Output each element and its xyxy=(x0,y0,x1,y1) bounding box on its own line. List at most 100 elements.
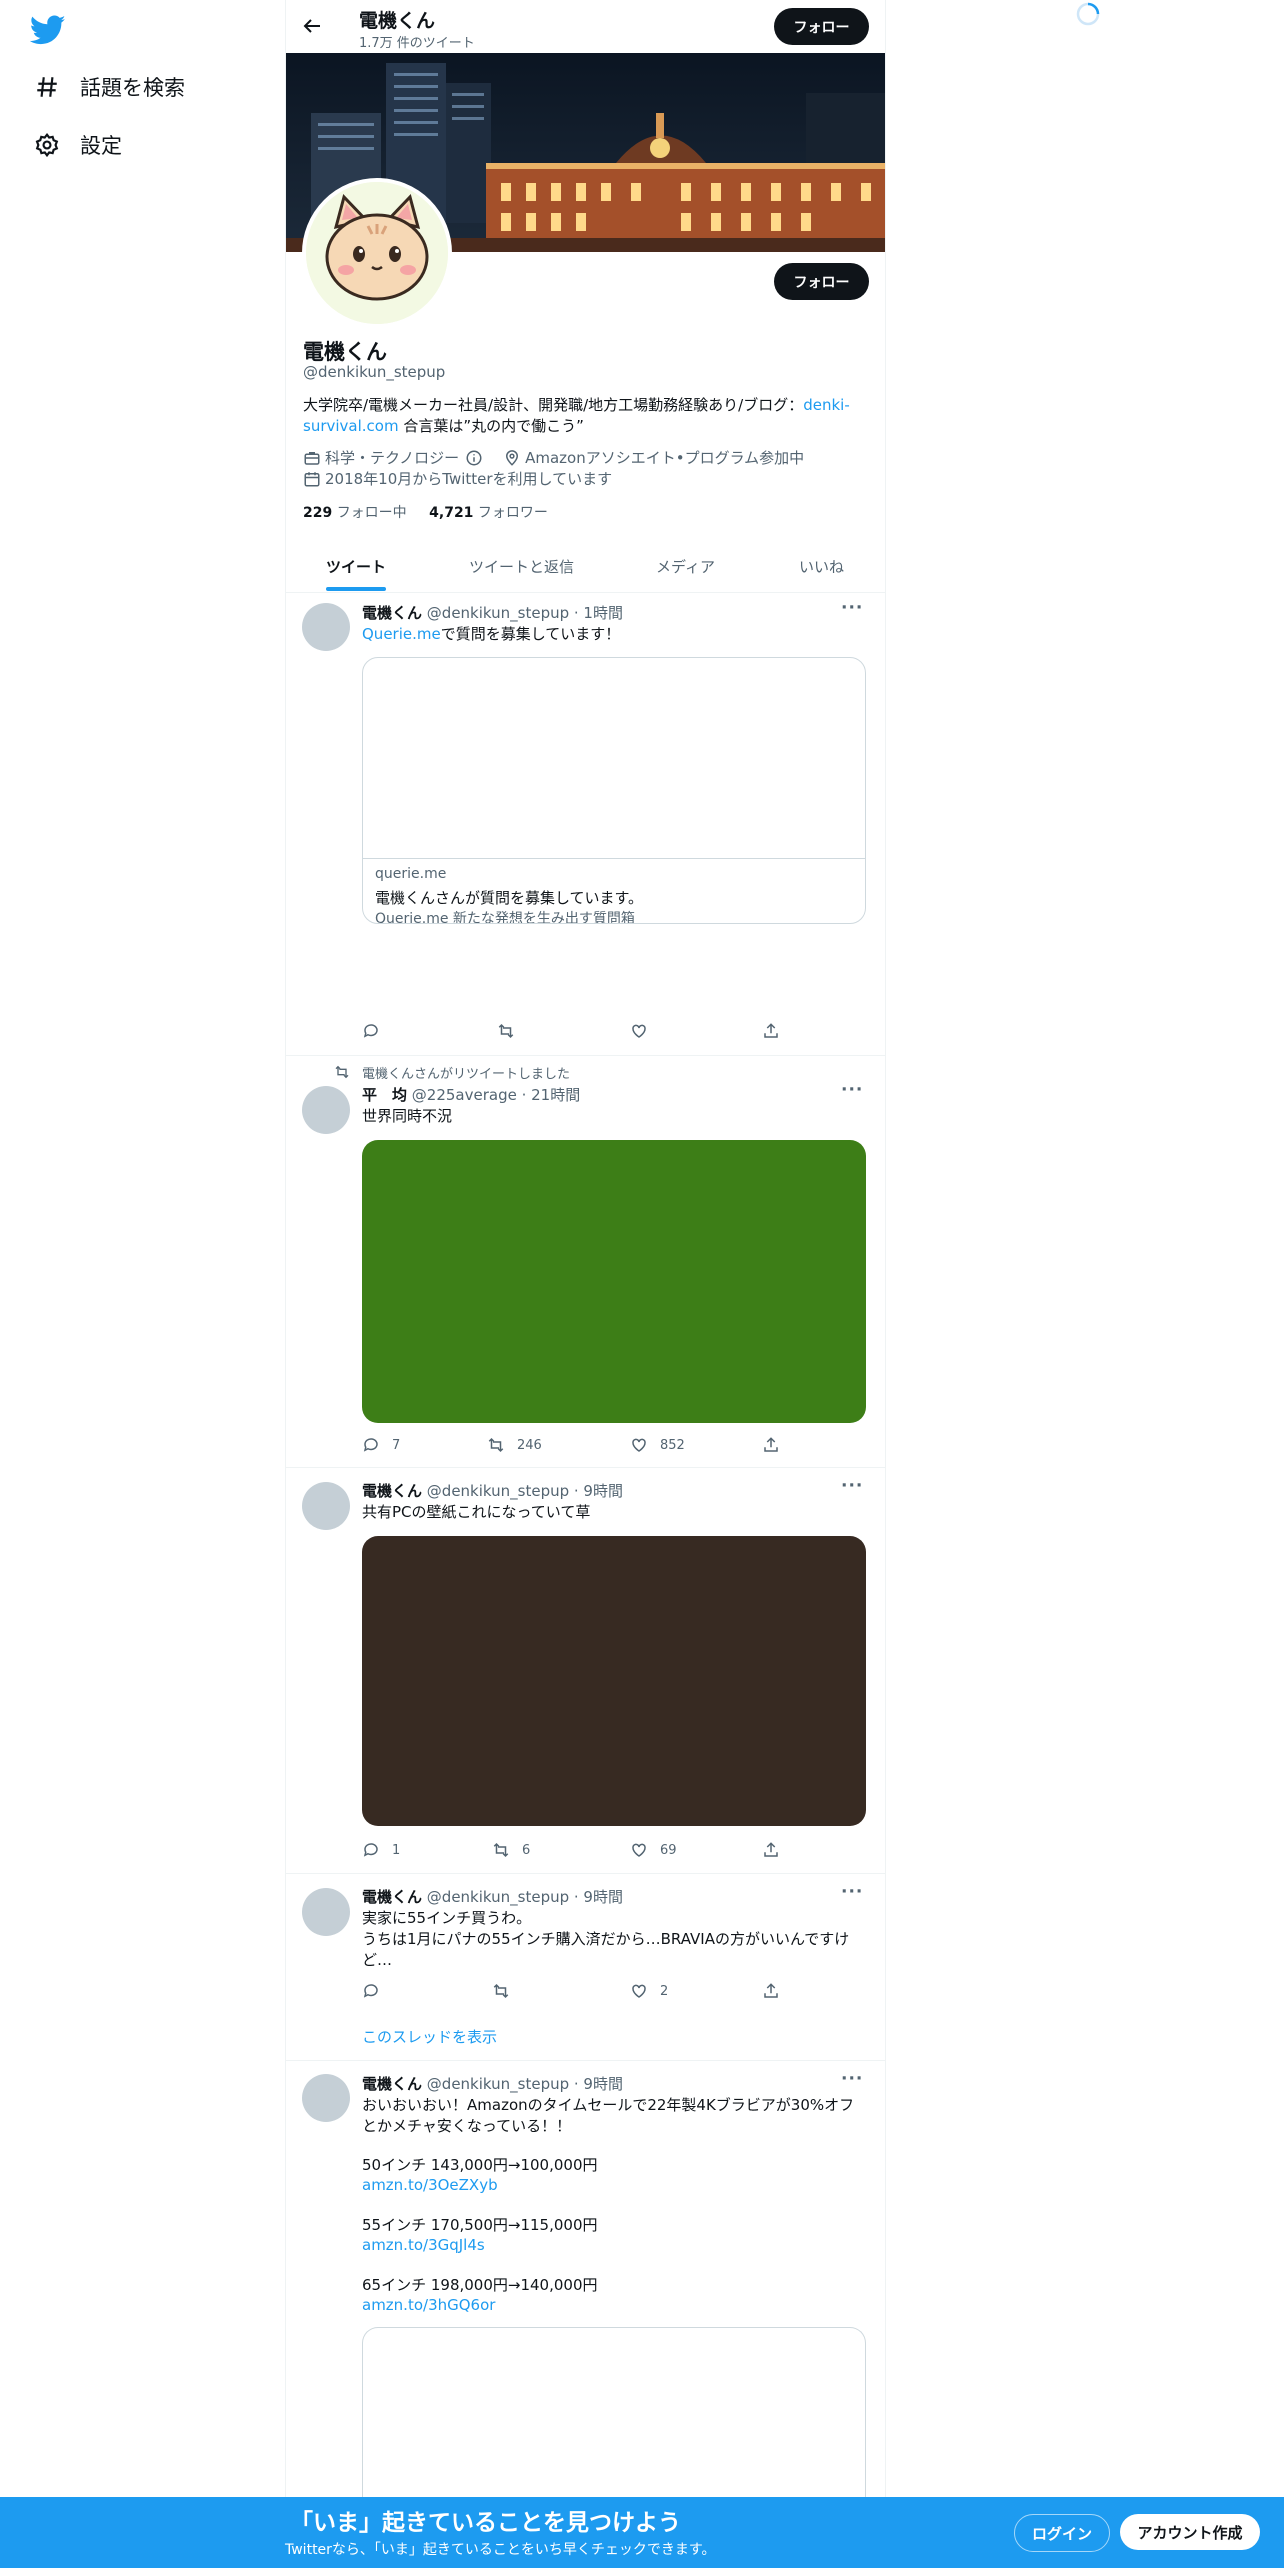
reply-button[interactable]: 7 xyxy=(362,1436,400,1454)
followers-link[interactable]: 4,721 フォロワー xyxy=(429,505,548,521)
link-card-description: Querie.me 新たな発想を生み出す質問箱 xyxy=(375,911,635,924)
profile-location: Amazonアソシエイト•プログラム参加中 xyxy=(525,449,805,467)
tab-media[interactable]: メディア xyxy=(656,540,715,592)
profile-tabs: ツイート ツイートと返信 メディア いいね xyxy=(286,540,885,593)
link-card[interactable]: querie.me 電機くんさんが質問を募集しています。 Querie.me 新… xyxy=(362,657,866,924)
like-button[interactable]: 69 xyxy=(630,1841,677,1859)
amazon-link-55[interactable]: amzn.to/3GqJl4s xyxy=(362,2235,862,2256)
retweet-button[interactable] xyxy=(497,1022,527,1040)
reply-button[interactable] xyxy=(362,1982,392,2000)
tweet[interactable]: 電機くんさんがリツイートしました 平 均 @225average · 21時間 … xyxy=(286,1056,885,1468)
retweet-button[interactable] xyxy=(492,1982,522,2000)
tweet[interactable]: 電機くん @denkikun_stepup · 1時間 ··· Querie.m… xyxy=(286,593,885,1056)
share-icon xyxy=(764,1437,778,1452)
link-card-body: querie.me 電機くんさんが質問を募集しています。 Querie.me 新… xyxy=(363,658,865,923)
show-thread-link[interactable]: このスレッドを表示 xyxy=(362,2026,497,2047)
share-button[interactable] xyxy=(762,1982,792,2000)
header-follow-button[interactable]: フォロー xyxy=(774,8,869,45)
tweet-text: おいおいおい！Amazonのタイムセールで22年製4Kブラビアが30%オフとかメ… xyxy=(362,2096,855,2135)
tweet-author-name[interactable]: 電機くん xyxy=(362,1888,422,1906)
link-card-image xyxy=(363,658,865,859)
reply-button[interactable]: 1 xyxy=(362,1841,400,1859)
left-sidebar: 話題を検索 設定 xyxy=(0,0,285,2568)
signup-banner-title: 「いま」起きていることを見つけよう xyxy=(290,2510,681,2536)
reply-count: 1 xyxy=(392,1842,401,1858)
tab-likes[interactable]: いいね xyxy=(799,540,844,592)
tweet-author-name[interactable]: 電機くん xyxy=(362,604,422,622)
like-button[interactable]: 852 xyxy=(630,1436,685,1454)
retweet-button[interactable]: 246 xyxy=(487,1436,542,1454)
more-options-icon[interactable]: ··· xyxy=(841,1476,863,1496)
signup-banner: 「いま」起きていることを見つけよう Twitterなら、「いま」起きていることを… xyxy=(0,2497,1284,2568)
create-account-button[interactable]: アカウント作成 xyxy=(1120,2514,1260,2550)
gear-icon xyxy=(35,132,59,158)
amazon-link-65[interactable]: amzn.to/3hGQ6or xyxy=(362,2295,862,2316)
sidebar-item-explore[interactable]: 話題を検索 xyxy=(34,72,185,102)
tweet[interactable]: 電機くん @denkikun_stepup · 9時間 ··· 実家に55インチ… xyxy=(286,1874,885,2061)
reply-button[interactable] xyxy=(362,1022,392,1040)
retweeted-by-label[interactable]: 電機くんさんがリツイートしました xyxy=(362,1063,570,1082)
signup-banner-subtitle: Twitterなら、「いま」起きていることをいち早くチェックできます。 xyxy=(285,2542,716,2558)
twitter-logo-icon[interactable] xyxy=(30,12,66,48)
like-count: 852 xyxy=(660,1437,685,1453)
sidebar-item-label: 話題を検索 xyxy=(80,76,185,100)
calendar-icon xyxy=(304,471,320,486)
tweet[interactable]: 電機くん @denkikun_stepup · 9時間 ··· おいおいおい！A… xyxy=(286,2061,885,2498)
tweet-author-name[interactable]: 電機くん xyxy=(362,1482,422,1500)
more-options-icon[interactable]: ··· xyxy=(841,1882,863,1902)
tweet-actions: 1 6 69 xyxy=(362,1841,812,1861)
tweet-text-body: で質問を募集しています！ xyxy=(440,625,621,643)
link-card[interactable] xyxy=(362,2327,866,2498)
amazon-link-50[interactable]: amzn.to/3OeZXyb xyxy=(362,2175,862,2196)
profile-handle: @denkikun_stepup xyxy=(303,363,446,381)
bio-text: 大学院卒/電機メーカー社員/設計、開発職/地方工場勤務経験あり/ブログ： xyxy=(303,396,804,414)
price-line-65: 65インチ 198,000円→140,000円 xyxy=(362,2276,598,2294)
avatar[interactable] xyxy=(302,1086,350,1134)
tweet-media-image[interactable] xyxy=(362,1140,866,1423)
profile-name: 電機くん xyxy=(303,340,387,364)
share-button[interactable] xyxy=(762,1022,792,1040)
like-button[interactable]: 2 xyxy=(630,1982,668,2000)
avatar[interactable] xyxy=(302,1482,350,1530)
share-icon xyxy=(764,1842,778,1857)
heart-icon xyxy=(632,1984,646,1998)
tab-tweets-replies[interactable]: ツイートと返信 xyxy=(469,540,574,592)
info-icon[interactable] xyxy=(465,449,483,467)
tweet-media-image[interactable] xyxy=(362,1536,866,1826)
price-line-50: 50インチ 143,000円→100,000円 xyxy=(362,2156,598,2174)
profile-avatar[interactable] xyxy=(302,178,452,328)
more-options-icon[interactable]: ··· xyxy=(841,2069,863,2089)
tweet-link[interactable]: Querie.me xyxy=(362,625,441,643)
login-button[interactable]: ログイン xyxy=(1014,2514,1110,2552)
reply-icon xyxy=(363,1984,378,1998)
like-count: 2 xyxy=(660,1983,669,1999)
avatar[interactable] xyxy=(302,1888,350,1936)
share-button[interactable] xyxy=(762,1436,792,1454)
more-options-icon[interactable]: ··· xyxy=(841,1080,863,1100)
tab-tweets[interactable]: ツイート xyxy=(326,540,386,592)
following-label: フォロー中 xyxy=(336,505,407,521)
tweet-header: 電機くん @denkikun_stepup · 1時間 xyxy=(362,602,623,623)
tweet-actions xyxy=(362,1022,812,1042)
tweet-meta: @denkikun_stepup · 9時間 xyxy=(426,1482,623,1500)
profile-header-bar: 電機くん 1.7万 件のツイート フォロー xyxy=(286,0,885,53)
tweet-author-name[interactable]: 電機くん xyxy=(362,2075,422,2093)
sidebar-item-settings[interactable]: 設定 xyxy=(34,130,122,160)
loading-spinner-icon xyxy=(1076,2,1100,26)
retweet-icon xyxy=(498,1023,514,1039)
following-link[interactable]: 229 フォロー中 xyxy=(303,505,407,521)
avatar[interactable] xyxy=(302,2074,350,2122)
link-card-title: 電機くんさんが質問を募集しています。 xyxy=(375,889,644,907)
back-arrow-icon[interactable] xyxy=(300,14,324,38)
tweet[interactable]: 電機くん @denkikun_stepup · 9時間 ··· 共有PCの壁紙こ… xyxy=(286,1468,885,1874)
like-button[interactable] xyxy=(630,1022,660,1040)
followers-count: 4,721 xyxy=(429,505,474,521)
profile-follow-button[interactable]: フォロー xyxy=(774,263,869,300)
retweet-button[interactable]: 6 xyxy=(492,1841,530,1859)
tweet-author-name[interactable]: 平 均 xyxy=(362,1086,407,1104)
followers-label: フォロワー xyxy=(477,505,548,521)
avatar[interactable] xyxy=(302,603,350,651)
share-icon xyxy=(764,1023,778,1038)
more-options-icon[interactable]: ··· xyxy=(841,598,863,618)
share-button[interactable] xyxy=(762,1841,792,1859)
